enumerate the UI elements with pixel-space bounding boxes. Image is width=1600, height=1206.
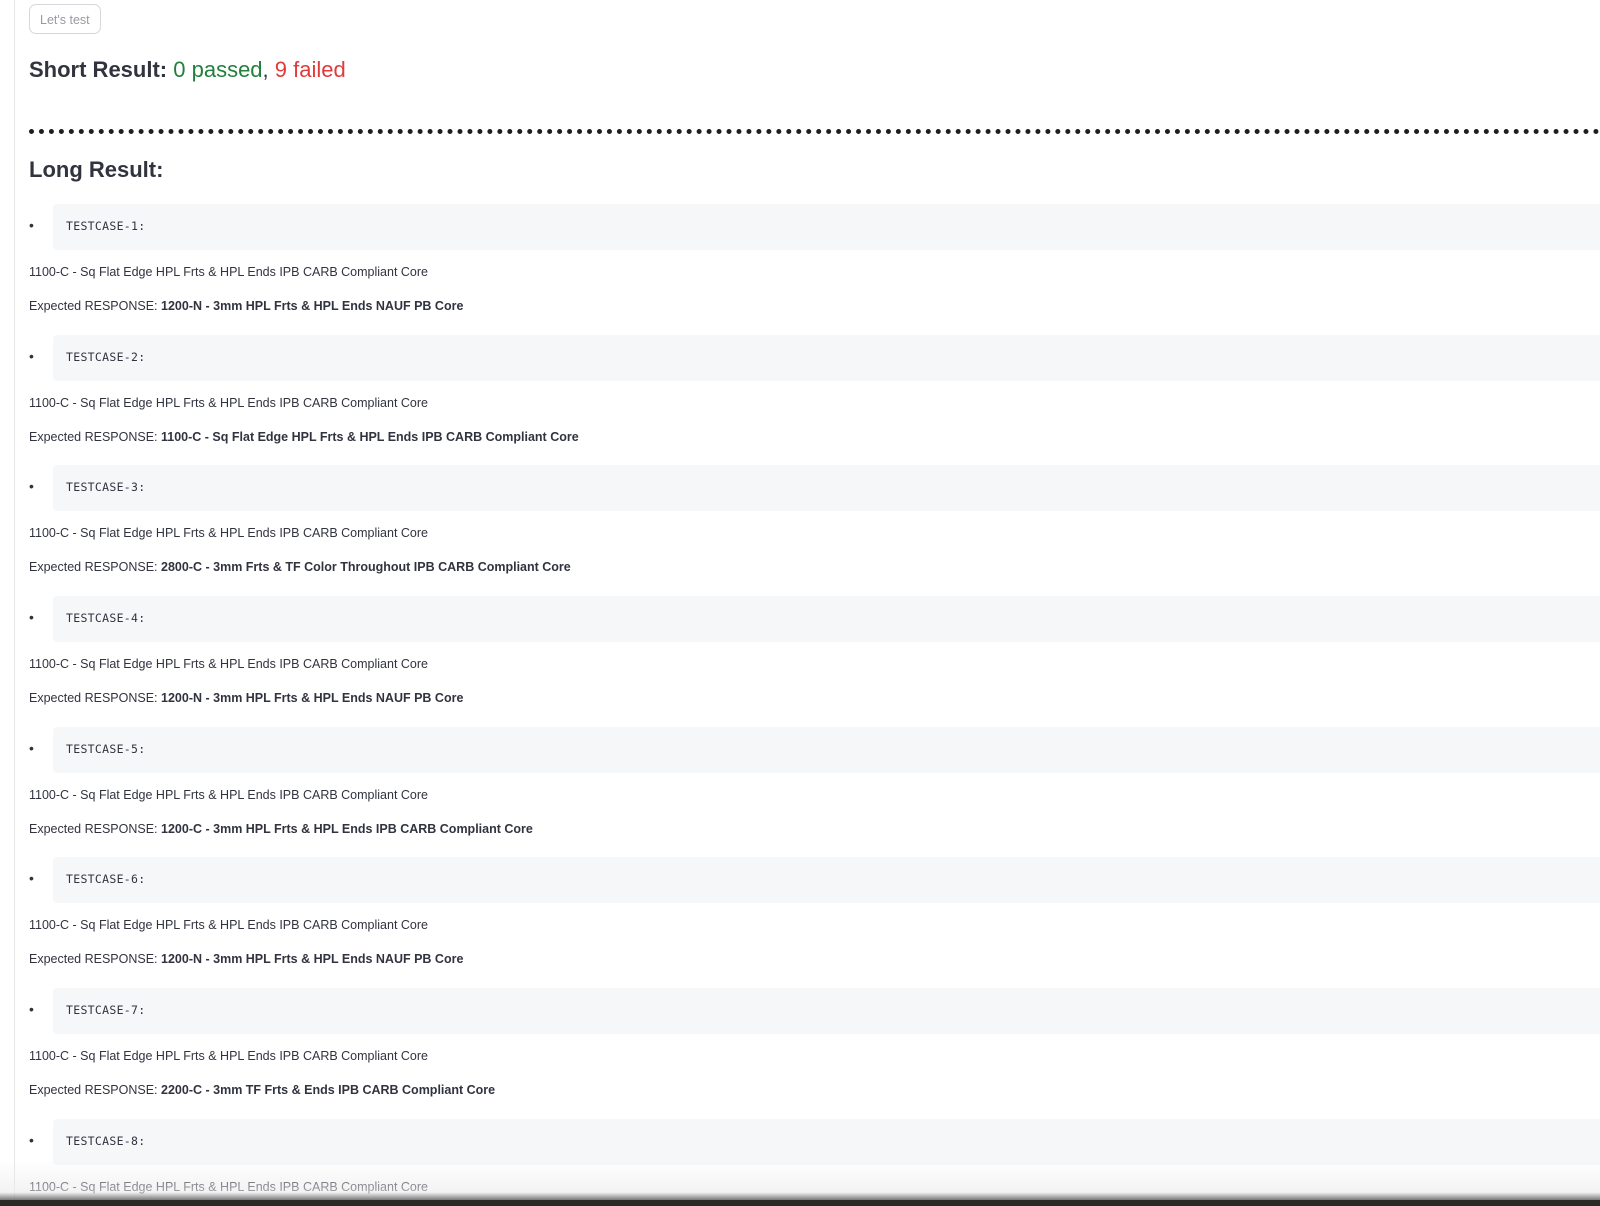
list-bullet: • <box>29 1001 34 1018</box>
list-bullet: • <box>29 347 34 364</box>
testcase-name: TESTCASE-4: <box>66 611 146 626</box>
testcase-item: • TESTCASE-5: 1100-C - Sq Flat Edge HPL Fr… <box>29 726 1600 858</box>
testcase-expected: Expected RESPONSE: 1200-C - 3mm HPL Frts… <box>29 822 533 836</box>
long-result-heading: Long Result: <box>29 157 164 182</box>
testcase-code-block: TESTCASE-5: <box>53 726 1600 773</box>
testcase-code-block: TESTCASE-1: <box>53 204 1600 250</box>
testcase-item: • TESTCASE-8: 1100-C - Sq Flat Edge HPL Fr… <box>29 1118 1600 1206</box>
testcase-code-block: TESTCASE-6: <box>53 857 1600 904</box>
short-result-label: Short Result: <box>29 57 168 82</box>
testcase-expected: Expected RESPONSE: 2200-C - 3mm TF Frts … <box>29 1083 495 1097</box>
list-bullet: • <box>29 1131 34 1148</box>
dotted-divider <box>29 129 1600 134</box>
testcase-item: • TESTCASE-2: 1100-C - Sq Flat Edge HPL Fr… <box>29 334 1600 466</box>
testcase-expected: Expected RESPONSE: 1100-C - Sq Flat Edge… <box>29 430 579 444</box>
expected-label: Expected RESPONSE: <box>29 691 158 706</box>
passed-count: 0 passed <box>173 57 263 82</box>
testcase-name: TESTCASE-2: <box>66 349 146 364</box>
expected-value: 1100-C - Sq Flat Edge HPL Frts & HPL End… <box>161 429 579 444</box>
list-bullet: • <box>29 609 34 626</box>
expected-value: 1200-N - 3mm HPL Frts & HPL Ends NAUF PB… <box>161 952 464 967</box>
result-separator: , <box>262 57 269 82</box>
bottom-bar <box>0 1200 1600 1206</box>
testcase-item: • TESTCASE-6: 1100-C - Sq Flat Edge HPL Fr… <box>29 857 1600 988</box>
expected-value: 1200-C - 3mm HPL Frts & HPL Ends IPB CAR… <box>161 821 533 836</box>
expected-label: Expected RESPONSE: <box>29 560 158 575</box>
testcase-response: 1100-C - Sq Flat Edge HPL Frts & HPL End… <box>29 395 428 410</box>
testcase-name: TESTCASE-1: <box>66 219 146 233</box>
testcase-name: TESTCASE-3: <box>66 480 146 495</box>
expected-label: Expected RESPONSE: <box>29 952 158 967</box>
list-bullet: • <box>29 478 34 495</box>
testcase-expected: Expected RESPONSE: 1200-N - 3mm HPL Frts… <box>29 952 463 966</box>
expected-value: 2800-C - 3mm Frts & TF Color Throughout … <box>161 560 571 575</box>
expected-label: Expected RESPONSE: <box>29 299 158 313</box>
testcase-response: 1100-C - Sq Flat Edge HPL Frts & HPL End… <box>29 657 428 672</box>
testcase-response: 1100-C - Sq Flat Edge HPL Frts & HPL End… <box>29 787 428 802</box>
lets-test-button[interactable]: Let's test <box>29 4 101 34</box>
testcase-expected: Expected RESPONSE: 2800-C - 3mm Frts & T… <box>29 560 571 574</box>
testcase-item: • TESTCASE-1: 1100-C - Sq Flat Edge HPL Fr… <box>29 204 1600 335</box>
testcase-name: TESTCASE-6: <box>66 872 146 887</box>
testcase-code-block: TESTCASE-2: <box>53 334 1600 381</box>
testcase-response: 1100-C - Sq Flat Edge HPL Frts & HPL End… <box>29 526 428 541</box>
testcase-response: 1100-C - Sq Flat Edge HPL Frts & HPL End… <box>29 1179 428 1194</box>
testcase-list: • TESTCASE-1: 1100-C - Sq Flat Edge HPL Fr… <box>29 204 1600 1206</box>
short-result-heading: Short Result: 0 passed, 9 failed <box>29 57 346 83</box>
list-bullet: • <box>29 870 34 887</box>
testcase-response: 1100-C - Sq Flat Edge HPL Frts & HPL End… <box>29 918 428 933</box>
app-frame: Let's test Short Result: 0 passed, 9 fai… <box>0 0 1600 1206</box>
testcase-code-block: TESTCASE-3: <box>53 465 1600 512</box>
expected-label: Expected RESPONSE: <box>29 821 158 836</box>
testcase-item: • TESTCASE-7: 1100-C - Sq Flat Edge HPL Fr… <box>29 988 1600 1119</box>
testcase-code-block: TESTCASE-4: <box>53 596 1600 643</box>
testcase-expected: Expected RESPONSE: 1200-N - 3mm HPL Frts… <box>29 691 463 705</box>
testcase-name: TESTCASE-5: <box>66 741 146 756</box>
expected-label: Expected RESPONSE: <box>29 1083 158 1098</box>
testcase-expected: Expected RESPONSE: 1200-N - 3mm HPL Frts… <box>29 299 463 313</box>
sidebar-divider <box>14 0 15 1200</box>
expected-label: Expected RESPONSE: <box>29 429 158 444</box>
list-bullet: • <box>29 217 34 233</box>
testcase-name: TESTCASE-7: <box>66 1003 146 1018</box>
failed-count: 9 failed <box>274 57 346 82</box>
expected-value: 1200-N - 3mm HPL Frts & HPL Ends NAUF PB… <box>161 299 464 313</box>
testcase-response: 1100-C - Sq Flat Edge HPL Frts & HPL End… <box>29 1049 428 1064</box>
expected-value: 2200-C - 3mm TF Frts & Ends IPB CARB Com… <box>161 1083 496 1098</box>
expected-value: 1200-N - 3mm HPL Frts & HPL Ends NAUF PB… <box>161 691 464 706</box>
testcase-response: 1100-C - Sq Flat Edge HPL Frts & HPL End… <box>29 265 428 279</box>
list-bullet: • <box>29 739 34 756</box>
testcase-item: • TESTCASE-4: 1100-C - Sq Flat Edge HPL Fr… <box>29 596 1600 727</box>
testcase-name: TESTCASE-8: <box>66 1133 146 1148</box>
testcase-code-block: TESTCASE-8: <box>53 1118 1600 1165</box>
testcase-item: • TESTCASE-3: 1100-C - Sq Flat Edge HPL Fr… <box>29 465 1600 596</box>
testcase-code-block: TESTCASE-7: <box>53 988 1600 1035</box>
